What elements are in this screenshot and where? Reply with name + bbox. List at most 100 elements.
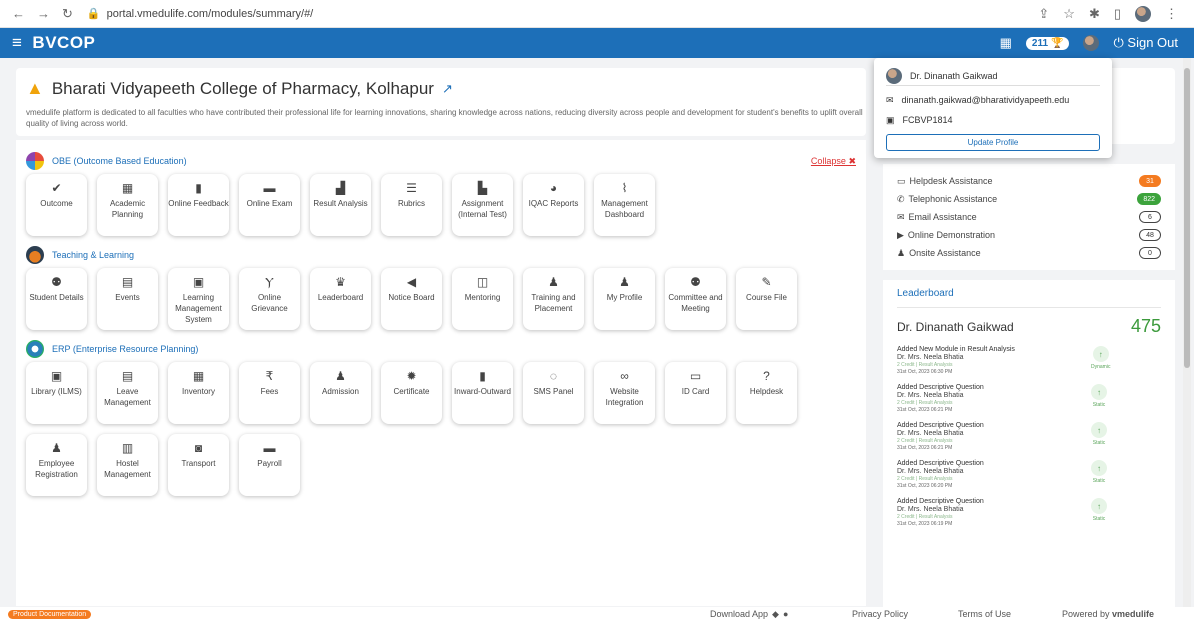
- module-tile[interactable]: ◕ IQAC Reports: [523, 174, 584, 236]
- brand-name[interactable]: BVCOP: [32, 33, 95, 53]
- user-avatar[interactable]: [1083, 35, 1100, 51]
- assistance-row[interactable]: ▶ Online Demonstration 48: [897, 226, 1161, 244]
- menu-icon[interactable]: ⋮: [1165, 6, 1178, 22]
- url-text[interactable]: portal.vmedulife.com/modules/summary/#/: [107, 8, 314, 20]
- module-label: Hostel Management: [104, 459, 151, 479]
- assistance-row[interactable]: ✆ Telephonic Assistance 822: [897, 190, 1161, 208]
- star-icon[interactable]: ☆: [1063, 6, 1075, 22]
- assistance-row[interactable]: ♟ Onsite Assistance 0: [897, 244, 1161, 262]
- section-title: OBE (Outcome Based Education): [52, 156, 187, 166]
- module-icon: ▦: [192, 369, 205, 383]
- obe-icon: [26, 152, 44, 170]
- module-icon: ♟: [619, 275, 630, 289]
- forward-icon[interactable]: →: [37, 6, 50, 22]
- module-tile[interactable]: ▤ Leave Management: [97, 362, 158, 424]
- module-tile[interactable]: ? Helpdesk: [736, 362, 797, 424]
- college-header: ▲ Bharati Vidyapeeth College of Pharmacy…: [16, 68, 866, 136]
- scroll-thumb[interactable]: [1184, 68, 1190, 368]
- module-tile[interactable]: ▬ Online Exam: [239, 174, 300, 236]
- module-tile[interactable]: ♛ Leaderboard: [310, 268, 371, 330]
- module-tile[interactable]: ♟ Employee Registration: [26, 434, 87, 496]
- powered-by-brand[interactable]: vmedulife: [1112, 609, 1154, 619]
- module-tile[interactable]: ▭ ID Card: [665, 362, 726, 424]
- module-tile[interactable]: ✔ Outcome: [26, 174, 87, 236]
- privacy-policy-link[interactable]: Privacy Policy: [852, 609, 908, 619]
- extensions-icon[interactable]: ✱: [1089, 6, 1100, 22]
- assistance-count-badge: 6: [1139, 211, 1161, 223]
- module-tile[interactable]: ▬ Payroll: [239, 434, 300, 496]
- module-tile[interactable]: ♟ My Profile: [594, 268, 655, 330]
- module-tile[interactable]: ⚉ Student Details: [26, 268, 87, 330]
- section-teaching: Teaching & Learning ⚉ Student Details ▤ Eve…: [26, 242, 856, 330]
- power-icon: ⏻: [1113, 35, 1124, 50]
- module-tile[interactable]: ♟ Admission: [310, 362, 371, 424]
- module-icon: ▮: [195, 181, 202, 195]
- module-tile[interactable]: ▦ Inventory: [168, 362, 229, 424]
- entry-type: ↑ Static: [1091, 422, 1107, 451]
- module-tile[interactable]: ◀ Notice Board: [381, 268, 442, 330]
- module-tile[interactable]: Ⲩ Online Grievance: [239, 268, 300, 330]
- assistance-row[interactable]: ✉ Email Assistance 6: [897, 208, 1161, 226]
- browser-profile-icon[interactable]: [1135, 5, 1151, 22]
- apple-icon[interactable]: ●: [783, 609, 788, 619]
- module-icon: ◌: [549, 369, 558, 383]
- module-label: Transport: [181, 459, 216, 468]
- entry-date: 31st Oct, 2023 06:30 PM: [897, 369, 953, 375]
- hamburger-icon[interactable]: ≡: [12, 33, 22, 53]
- module-tile[interactable]: ▤ Events: [97, 268, 158, 330]
- apps-grid-icon[interactable]: ▦: [1000, 35, 1012, 51]
- terms-link[interactable]: Terms of Use: [958, 609, 1011, 619]
- sidepanel-icon[interactable]: ▯: [1114, 6, 1121, 22]
- module-tile[interactable]: ◙ Transport: [168, 434, 229, 496]
- sign-out-button[interactable]: ⏻ Sign Out: [1113, 35, 1178, 51]
- product-documentation-button[interactable]: Product Documentation: [8, 609, 92, 619]
- module-tile[interactable]: ▥ Hostel Management: [97, 434, 158, 496]
- download-app[interactable]: Download App ◆ ●: [710, 609, 788, 620]
- module-tile[interactable]: ◫ Mentoring: [452, 268, 513, 330]
- module-tile[interactable]: ▣ Learning Management System: [168, 268, 229, 330]
- share-icon[interactable]: ⇪: [1038, 6, 1049, 22]
- module-tile[interactable]: ✹ Certificate: [381, 362, 442, 424]
- entry-author: Dr. Mrs. Neela Bhatia: [897, 354, 964, 361]
- entry-type-label: Static: [1092, 402, 1106, 408]
- assistance-row[interactable]: ▭ Helpdesk Assistance 31: [897, 172, 1161, 190]
- module-label: Mentoring: [464, 293, 501, 302]
- address-bar[interactable]: 🔒 portal.vmedulife.com/modules/summary/#…: [87, 7, 314, 21]
- entry-date: 31st Oct, 2023 06:21 PM: [897, 445, 953, 451]
- module-tile[interactable]: ▮ Inward-Outward: [452, 362, 513, 424]
- points-badge[interactable]: 211 🏆: [1025, 36, 1070, 50]
- reload-icon[interactable]: ↻: [62, 6, 73, 22]
- module-tile[interactable]: ⌇ Management Dashboard: [594, 174, 655, 236]
- module-label: Management Dashboard: [601, 199, 648, 219]
- assistance-label: Helpdesk Assistance: [909, 176, 993, 186]
- module-tile[interactable]: ▙ Assignment (Internal Test): [452, 174, 513, 236]
- module-tile[interactable]: ⚉ Committee and Meeting: [665, 268, 726, 330]
- back-icon[interactable]: ←: [12, 6, 25, 22]
- module-tile[interactable]: ◌ SMS Panel: [523, 362, 584, 424]
- module-tile[interactable]: ∞ Website Integration: [594, 362, 655, 424]
- android-icon[interactable]: ◆: [772, 609, 779, 620]
- entry-author: Dr. Mrs. Neela Bhatia: [897, 430, 964, 437]
- entry-credit: 2 Credit | Result Analysis: [897, 438, 953, 444]
- module-tile[interactable]: ☰ Rubrics: [381, 174, 442, 236]
- module-tile[interactable]: ♟ Training and Placement: [523, 268, 584, 330]
- page-scrollbar[interactable]: [1183, 58, 1191, 607]
- external-link-icon[interactable]: ↗: [442, 81, 453, 97]
- collapse-link[interactable]: Collapse ✖: [811, 156, 856, 167]
- platform-description: vmedulife platform is dedicated to all f…: [26, 108, 863, 129]
- assistance-label: Online Demonstration: [907, 230, 995, 240]
- brand: ≡ BVCOP: [12, 33, 95, 53]
- leaderboard-title[interactable]: Leaderboard: [897, 288, 1161, 308]
- module-label: Payroll: [257, 459, 282, 468]
- entry-credit: 2 Credit | Result Analysis: [897, 362, 953, 368]
- module-tile[interactable]: ▟ Result Analysis: [310, 174, 371, 236]
- update-profile-button[interactable]: Update Profile: [886, 134, 1100, 151]
- module-tile[interactable]: ₹ Fees: [239, 362, 300, 424]
- entry-author: Dr. Mrs. Neela Bhatia: [897, 468, 964, 475]
- module-tile[interactable]: ▦ Academic Planning: [97, 174, 158, 236]
- footer: Product Documentation Download App ◆ ● P…: [0, 607, 1194, 621]
- assistance-icon: ✆: [897, 193, 905, 204]
- module-tile[interactable]: ▣ Library (ILMS): [26, 362, 87, 424]
- module-tile[interactable]: ✎ Course File: [736, 268, 797, 330]
- module-tile[interactable]: ▮ Online Feedback: [168, 174, 229, 236]
